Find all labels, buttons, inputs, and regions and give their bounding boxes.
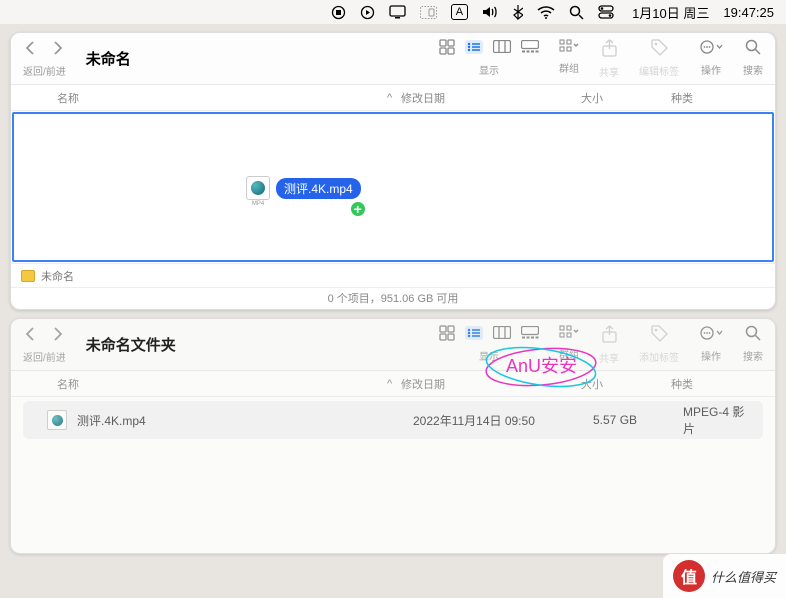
tags-button bbox=[651, 325, 668, 347]
col-size[interactable]: 大小 bbox=[581, 90, 671, 106]
wifi-icon[interactable] bbox=[537, 6, 555, 19]
nav-label: 返回/前进 bbox=[23, 63, 66, 78]
forward-button[interactable] bbox=[52, 326, 64, 347]
toolbar: 返回/前进 未命名 显示 群组 共享 bbox=[11, 33, 775, 85]
drop-target-area[interactable]: MP4 测评.4K.mp4 + bbox=[12, 112, 774, 262]
display-icon[interactable] bbox=[389, 5, 406, 19]
video-file-icon: MP4 bbox=[246, 176, 270, 200]
actions-label: 操作 bbox=[701, 348, 721, 363]
column-view-button[interactable] bbox=[493, 326, 511, 344]
gallery-view-button[interactable] bbox=[521, 326, 539, 344]
search-label: 搜索 bbox=[743, 62, 763, 77]
search-button[interactable] bbox=[745, 39, 761, 60]
search-button[interactable] bbox=[745, 325, 761, 346]
file-name: 测评.4K.mp4 bbox=[77, 412, 146, 429]
file-date: 2022年11月14日 09:50 bbox=[413, 412, 593, 429]
col-kind[interactable]: 种类 bbox=[671, 90, 759, 106]
group-label: 群组 bbox=[559, 346, 579, 361]
col-date[interactable]: 修改日期 bbox=[401, 376, 581, 392]
search-label: 搜索 bbox=[743, 348, 763, 363]
actions-button[interactable] bbox=[699, 39, 723, 60]
corner-watermark: 值 什么值得买 bbox=[663, 554, 786, 598]
col-name[interactable]: 名称 bbox=[27, 90, 387, 106]
menubar: A 1月10日 周三 19:47:25 bbox=[0, 0, 786, 24]
share-label: 共享 bbox=[599, 350, 619, 365]
stop-icon[interactable] bbox=[331, 5, 346, 20]
path-bar[interactable]: 未命名 bbox=[11, 263, 775, 287]
columns-header: 名称 ^ 修改日期 大小 种类 bbox=[11, 85, 775, 111]
list-view-button[interactable] bbox=[465, 326, 483, 345]
control-center-icon[interactable] bbox=[598, 5, 614, 19]
view-label: 显示 bbox=[479, 62, 499, 77]
file-kind: MPEG-4 影片 bbox=[683, 403, 747, 437]
column-view-button[interactable] bbox=[493, 40, 511, 58]
col-name[interactable]: 名称 bbox=[27, 376, 387, 392]
menubar-time[interactable]: 19:47:25 bbox=[723, 5, 774, 20]
video-file-icon bbox=[47, 410, 67, 430]
back-button[interactable] bbox=[24, 40, 36, 61]
col-kind[interactable]: 种类 bbox=[671, 376, 759, 392]
group-button[interactable] bbox=[559, 325, 579, 344]
share-label: 共享 bbox=[599, 64, 619, 79]
col-size[interactable]: 大小 bbox=[581, 376, 671, 392]
finder-window-top: 返回/前进 未命名 显示 群组 共享 bbox=[10, 32, 776, 310]
group-label: 群组 bbox=[559, 60, 579, 75]
sort-indicator-icon[interactable]: ^ bbox=[387, 378, 401, 390]
actions-label: 操作 bbox=[701, 62, 721, 77]
actions-button[interactable] bbox=[699, 325, 723, 346]
forward-button[interactable] bbox=[52, 40, 64, 61]
gallery-view-button[interactable] bbox=[521, 40, 539, 58]
search-icon[interactable] bbox=[569, 5, 584, 20]
file-size: 5.57 GB bbox=[593, 413, 683, 427]
status-bar: 0 个项目，951.06 GB 可用 bbox=[11, 287, 775, 309]
copy-plus-icon: + bbox=[349, 200, 367, 218]
share-button bbox=[602, 39, 617, 62]
list-view-button[interactable] bbox=[465, 40, 483, 59]
volume-icon[interactable] bbox=[482, 5, 499, 19]
icon-view-button[interactable] bbox=[439, 325, 455, 346]
play-icon[interactable] bbox=[360, 5, 375, 20]
dragged-file[interactable]: MP4 测评.4K.mp4 + bbox=[246, 176, 361, 200]
col-date[interactable]: 修改日期 bbox=[401, 90, 581, 106]
sort-indicator-icon[interactable]: ^ bbox=[387, 92, 401, 104]
menubar-date[interactable]: 1月10日 周三 bbox=[632, 3, 709, 22]
dragged-file-label: 测评.4K.mp4 bbox=[276, 178, 361, 199]
watermark-badge: 值 bbox=[673, 560, 705, 592]
finder-window-bottom: 返回/前进 未命名文件夹 显示 群组 共享 bbox=[10, 318, 776, 554]
toolbar: 返回/前进 未命名文件夹 显示 群组 共享 bbox=[11, 319, 775, 371]
group-button[interactable] bbox=[559, 39, 579, 58]
columns-header: 名称 ^ 修改日期 大小 种类 bbox=[11, 371, 775, 397]
path-label: 未命名 bbox=[41, 268, 74, 284]
share-button bbox=[602, 325, 617, 348]
back-button[interactable] bbox=[24, 326, 36, 347]
nav-label: 返回/前进 bbox=[23, 349, 66, 364]
input-method-icon[interactable]: A bbox=[451, 4, 468, 20]
app-switch-icon[interactable] bbox=[420, 6, 437, 19]
table-row[interactable]: 测评.4K.mp4 2022年11月14日 09:50 5.57 GB MPEG… bbox=[23, 401, 763, 439]
tags-button bbox=[651, 39, 668, 61]
bluetooth-icon[interactable] bbox=[513, 4, 523, 20]
disk-icon bbox=[21, 270, 35, 282]
view-label: 显示 bbox=[479, 348, 499, 363]
tags-label: 编辑标签 bbox=[639, 63, 679, 78]
icon-view-button[interactable] bbox=[439, 39, 455, 60]
tags-label: 添加标签 bbox=[639, 349, 679, 364]
window-title: 未命名 bbox=[86, 48, 431, 69]
watermark-text: 什么值得买 bbox=[711, 567, 776, 586]
window-title: 未命名文件夹 bbox=[86, 334, 431, 355]
